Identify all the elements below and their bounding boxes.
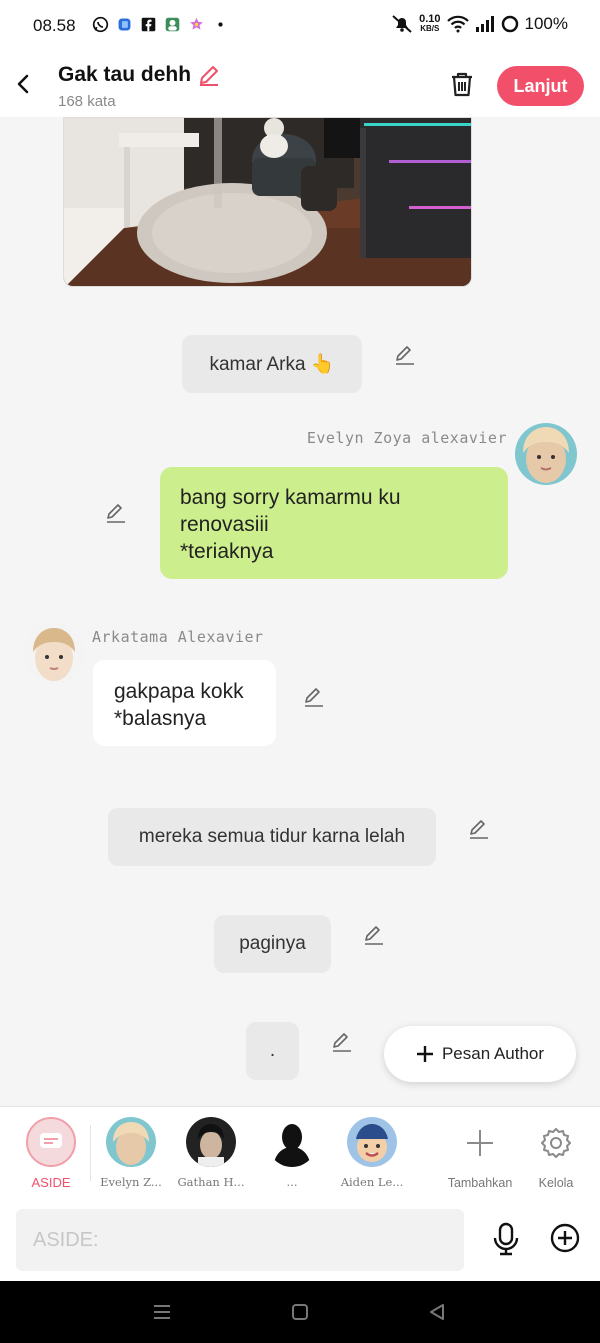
avatar-image (23, 622, 85, 684)
character-avatar-image (267, 1117, 317, 1167)
author-message-button[interactable]: Pesan Author (384, 1026, 576, 1082)
chat-bubble-left[interactable]: gakpapa kokk *balasnya (93, 660, 276, 746)
room-photo-image (64, 118, 471, 286)
avatar-image (515, 423, 577, 485)
whatsapp-icon (92, 16, 109, 33)
app-icon (118, 18, 131, 31)
status-time: 08.58 (33, 16, 76, 35)
signal-icon (475, 16, 494, 32)
narration-bubble[interactable]: . (246, 1022, 299, 1080)
edit-pencil-icon[interactable] (303, 686, 325, 708)
narration-bubble[interactable]: mereka semua tidur karna lelah (108, 808, 436, 866)
room-photo[interactable] (63, 117, 472, 287)
status-bar: 08.58 0.10 KB/S 100% (0, 0, 600, 50)
back-icon[interactable] (12, 72, 36, 96)
back-nav-icon[interactable] (428, 1303, 446, 1321)
character-avatar-image (347, 1117, 397, 1167)
narration-bubble[interactable]: paginya (214, 915, 331, 973)
microphone-icon[interactable] (491, 1222, 521, 1256)
chat-bubble-right[interactable]: bang sorry kamarmu ku renovasiii *teriak… (160, 467, 508, 579)
next-button[interactable]: Lanjut (497, 66, 584, 106)
battery-level: 100% (524, 14, 568, 33)
character-label: ... (286, 1175, 298, 1189)
edit-pencil-icon[interactable] (363, 924, 385, 946)
story-title-text: Gak tau dehh (58, 63, 192, 86)
character-label: Aiden Le... (340, 1175, 404, 1189)
home-icon[interactable] (291, 1303, 309, 1321)
avatar[interactable] (515, 423, 577, 485)
plus-icon (416, 1046, 433, 1062)
edit-pencil-icon[interactable] (331, 1031, 353, 1053)
star-app-icon (190, 17, 203, 30)
manage-button[interactable]: Kelola (516, 1117, 596, 1190)
edit-pencil-icon[interactable] (468, 818, 490, 840)
character-label: Gathan H... (177, 1175, 245, 1189)
trash-icon[interactable] (448, 70, 476, 98)
menu-icon[interactable] (152, 1303, 172, 1321)
chat-bubble-icon (40, 1133, 62, 1148)
character-avatar (186, 1117, 236, 1167)
add-character-label: Tambahkan (447, 1176, 513, 1190)
sender-name: Evelyn Zoya alexavier (306, 429, 507, 447)
character-evelyn[interactable]: Evelyn Z... (91, 1117, 171, 1189)
character-silhouette[interactable]: ... (252, 1117, 332, 1189)
wifi-icon (446, 15, 469, 33)
character-avatar-image (106, 1117, 156, 1167)
character-avatar (106, 1117, 156, 1167)
character-avatar (267, 1117, 317, 1167)
edit-title-icon[interactable] (197, 63, 221, 87)
contact-icon (165, 17, 180, 32)
input-bar (0, 1199, 600, 1281)
narration-bubble[interactable]: kamar Arka 👆 (182, 335, 362, 393)
aside-avatar (26, 1117, 76, 1167)
add-circle-icon[interactable] (549, 1222, 581, 1254)
add-character-button[interactable]: Tambahkan (440, 1117, 520, 1190)
character-gathan[interactable]: Gathan H... (171, 1117, 251, 1189)
avatar[interactable] (23, 622, 85, 684)
manage-label: Kelola (538, 1176, 574, 1190)
editor-header: Gak tau dehh 168 kata Lanjut (0, 50, 600, 117)
system-nav-bar (0, 1281, 600, 1343)
battery-ring-icon (501, 15, 518, 33)
notification-icons (92, 16, 229, 33)
edit-pencil-icon[interactable] (394, 344, 416, 366)
character-avatar (347, 1117, 397, 1167)
mute-bell-icon (392, 15, 412, 33)
more-dot-icon (218, 22, 223, 27)
character-label: Evelyn Z... (100, 1175, 162, 1189)
character-label: ASIDE (31, 1175, 71, 1190)
sender-name: Arkatama Alexavier (92, 628, 264, 646)
facebook-icon (141, 17, 156, 32)
net-speed: 0.10 KB/S (419, 13, 441, 34)
edit-pencil-icon[interactable] (105, 502, 127, 524)
word-count: 168 kata (58, 93, 116, 110)
character-avatar-image (186, 1117, 236, 1167)
status-right: 0.10 KB/S 100% (391, 14, 568, 34)
story-title[interactable]: Gak tau dehh (58, 63, 221, 87)
character-bar: ASIDE Evelyn Z... Gathan H... ... Aiden … (0, 1106, 600, 1199)
gear-icon (541, 1128, 571, 1158)
message-input[interactable] (16, 1209, 464, 1271)
character-aiden[interactable]: Aiden Le... (332, 1117, 412, 1189)
plus-icon (467, 1130, 493, 1156)
character-aside[interactable]: ASIDE (11, 1117, 91, 1190)
author-message-label: Pesan Author (441, 1044, 545, 1063)
